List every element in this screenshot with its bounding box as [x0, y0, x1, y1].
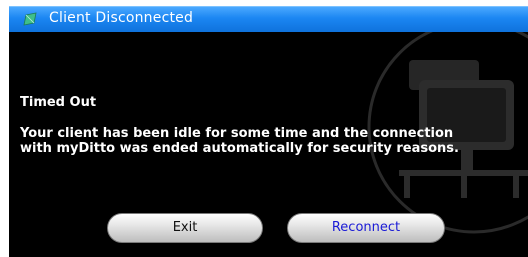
dialog-window: Client Disconnected Timed Out Your clien… — [0, 0, 528, 257]
reconnect-button[interactable]: Reconnect — [287, 213, 445, 243]
dialog-heading: Timed Out — [20, 95, 97, 110]
message-line-1: Your client has been idle for some time … — [20, 126, 454, 141]
title-bar[interactable]: Client Disconnected — [9, 6, 528, 32]
app-leaf-icon — [23, 12, 37, 26]
message-line-2: with myDitto was ended automatically for… — [20, 141, 459, 156]
dialog-message: Your client has been idle for some time … — [20, 126, 525, 156]
exit-button[interactable]: Exit — [107, 213, 263, 243]
dialog-title: Client Disconnected — [49, 10, 194, 26]
dialog-content: Timed Out Your client has been idle for … — [9, 32, 528, 257]
